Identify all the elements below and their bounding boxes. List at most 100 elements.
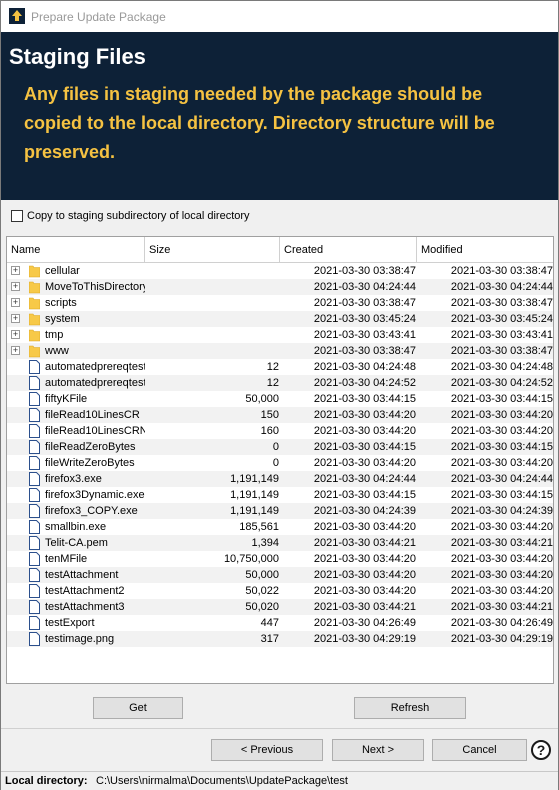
- copy-option-row[interactable]: Copy to staging subdirectory of local di…: [11, 209, 250, 223]
- file-created: 2021-03-30 04:24:44: [313, 281, 416, 293]
- file-row[interactable]: firefox3_COPY.exe 1,191,149 2021-03-30 04:…: [7, 503, 553, 519]
- plus-expander-icon[interactable]: +: [11, 330, 20, 339]
- folder-icon: [29, 297, 40, 310]
- file-created: 2021-03-30 03:45:24: [313, 313, 416, 325]
- refresh-button[interactable]: Refresh: [354, 697, 466, 719]
- file-created: 2021-03-30 04:26:49: [313, 617, 416, 629]
- file-icon: [29, 520, 40, 534]
- file-name: smallbin.exe: [45, 521, 107, 533]
- file-created: 2021-03-30 03:38:47: [313, 265, 416, 277]
- file-row[interactable]: automatedprereqtest2 12 2021-03-30 04:24:5…: [7, 375, 553, 391]
- file-table[interactable]: Name Size Created Modified + cellular 2021…: [6, 236, 554, 684]
- file-name: cellular: [45, 265, 80, 277]
- file-row[interactable]: firefox3.exe 1,191,149 2021-03-30 04:24:44…: [7, 471, 553, 487]
- plus-expander-icon[interactable]: +: [11, 298, 20, 307]
- file-name: scripts: [45, 297, 77, 309]
- file-row[interactable]: automatedprereqtest1 12 2021-03-30 04:24:4…: [7, 359, 553, 375]
- cancel-button[interactable]: Cancel: [432, 739, 527, 761]
- file-created: 2021-03-30 03:43:41: [313, 329, 416, 341]
- file-size: 447: [260, 617, 279, 629]
- file-size: 1,191,149: [230, 505, 279, 517]
- get-button[interactable]: Get: [93, 697, 183, 719]
- file-row[interactable]: fiftyKFile 50,000 2021-03-30 03:44:15 2021-…: [7, 391, 553, 407]
- plus-expander-icon[interactable]: +: [11, 346, 20, 355]
- copy-to-staging-checkbox[interactable]: [11, 210, 23, 222]
- file-name: testAttachment3: [45, 601, 125, 613]
- folder-icon: [29, 265, 40, 278]
- folder-row[interactable]: + MoveToThisDirectory 2021-03-30 04:24:44 2…: [7, 279, 553, 295]
- file-size: 0: [272, 441, 279, 453]
- window-title: Prepare Update Package: [31, 10, 166, 24]
- folder-row[interactable]: + tmp 2021-03-30 03:43:41 2021-03-30 03:43:…: [7, 327, 553, 343]
- file-row[interactable]: testExport 447 2021-03-30 04:26:49 2021-03-…: [7, 615, 553, 631]
- column-header-modified[interactable]: Modified: [417, 237, 553, 263]
- page-title: Staging Files: [9, 44, 146, 69]
- file-modified: 2021-03-30 03:44:20: [450, 425, 553, 437]
- file-name: automatedprereqtest1: [45, 361, 145, 373]
- column-header-name[interactable]: Name: [7, 237, 145, 263]
- file-icon: [29, 584, 40, 598]
- file-modified: 2021-03-30 03:43:41: [450, 329, 553, 341]
- file-row[interactable]: fileRead10LinesCRNL 160 2021-03-30 03:44:2…: [7, 423, 553, 439]
- plus-expander-icon[interactable]: +: [11, 314, 20, 323]
- title-bar: Prepare Update Package: [1, 1, 558, 32]
- file-modified: 2021-03-30 03:44:20: [450, 553, 553, 565]
- copy-to-staging-label[interactable]: Copy to staging subdirectory of local di…: [27, 210, 250, 222]
- file-modified: 2021-03-30 03:44:21: [450, 537, 553, 549]
- plus-expander-icon[interactable]: +: [11, 266, 20, 275]
- file-size: 1,191,149: [230, 489, 279, 501]
- file-name: testimage.png: [45, 633, 115, 645]
- file-icon: [29, 456, 40, 470]
- file-name: fiftyKFile: [45, 393, 88, 405]
- file-name: testAttachment: [45, 569, 119, 581]
- folder-row[interactable]: + www 2021-03-30 03:38:47 2021-03-30 03:38:…: [7, 343, 553, 359]
- file-row[interactable]: Telit-CA.pem 1,394 2021-03-30 03:44:21 2021…: [7, 535, 553, 551]
- file-created: 2021-03-30 03:44:20: [313, 425, 416, 437]
- file-row[interactable]: smallbin.exe 185,561 2021-03-30 03:44:20 20…: [7, 519, 553, 535]
- file-icon: [29, 536, 40, 550]
- package-upload-icon: [9, 8, 25, 24]
- file-modified: 2021-03-30 04:29:19: [450, 633, 553, 645]
- folder-row[interactable]: + scripts 2021-03-30 03:38:47 2021-03-30 03…: [7, 295, 553, 311]
- column-header-created[interactable]: Created: [280, 237, 417, 263]
- file-row[interactable]: fileRead10LinesCR 150 2021-03-30 03:44:20 2…: [7, 407, 553, 423]
- divider: [1, 728, 558, 729]
- file-row[interactable]: testAttachment 50,000 2021-03-30 03:44:20 2…: [7, 567, 553, 583]
- table-header: Name Size Created Modified: [7, 237, 553, 263]
- file-row[interactable]: fileReadZeroBytes 0 2021-03-30 03:44:15 202…: [7, 439, 553, 455]
- file-icon: [29, 408, 40, 422]
- page-description: Any files in staging needed by the packa…: [24, 84, 495, 162]
- file-modified: 2021-03-30 03:44:15: [450, 393, 553, 405]
- next-button[interactable]: Next >: [332, 739, 424, 761]
- file-created: 2021-03-30 04:24:39: [313, 505, 416, 517]
- folder-row[interactable]: + system 2021-03-30 03:45:24 2021-03-30 03:…: [7, 311, 553, 327]
- file-icon: [29, 600, 40, 614]
- file-size: 50,000: [245, 393, 279, 405]
- file-icon: [29, 440, 40, 454]
- file-icon: [29, 376, 40, 390]
- file-modified: 2021-03-30 03:44:20: [450, 569, 553, 581]
- local-directory-path: C:\Users\nirmalma\Documents\UpdatePackag…: [96, 775, 348, 787]
- help-icon[interactable]: ?: [531, 740, 551, 760]
- file-modified: 2021-03-30 03:45:24: [450, 313, 553, 325]
- file-size: 1,191,149: [230, 473, 279, 485]
- file-size: 50,022: [245, 585, 279, 597]
- file-name: firefox3Dynamic.exe: [45, 489, 145, 501]
- file-modified: 2021-03-30 03:44:20: [450, 457, 553, 469]
- file-row[interactable]: testAttachment2 50,022 2021-03-30 03:44:20…: [7, 583, 553, 599]
- file-name: tenMFile: [45, 553, 88, 565]
- file-row[interactable]: testAttachment3 50,020 2021-03-30 03:44:21…: [7, 599, 553, 615]
- header-banner: Staging Files Any files in staging neede…: [1, 32, 558, 200]
- column-header-size[interactable]: Size: [145, 237, 280, 263]
- folder-row[interactable]: + cellular 2021-03-30 03:38:47 2021-03-30 0…: [7, 263, 553, 279]
- file-created: 2021-03-30 03:44:20: [313, 585, 416, 597]
- file-row[interactable]: fileWriteZeroBytes 0 2021-03-30 03:44:20 20…: [7, 455, 553, 471]
- plus-expander-icon[interactable]: +: [11, 282, 20, 291]
- file-created: 2021-03-30 04:24:52: [313, 377, 416, 389]
- table-body: + cellular 2021-03-30 03:38:47 2021-03-30 0…: [7, 263, 553, 647]
- file-row[interactable]: firefox3Dynamic.exe 1,191,149 2021-03-30 0…: [7, 487, 553, 503]
- previous-button[interactable]: < Previous: [211, 739, 323, 761]
- file-row[interactable]: tenMFile 10,750,000 2021-03-30 03:44:20 202…: [7, 551, 553, 567]
- file-name: fileWriteZeroBytes: [45, 457, 135, 469]
- file-row[interactable]: testimage.png 317 2021-03-30 04:29:19 2021-…: [7, 631, 553, 647]
